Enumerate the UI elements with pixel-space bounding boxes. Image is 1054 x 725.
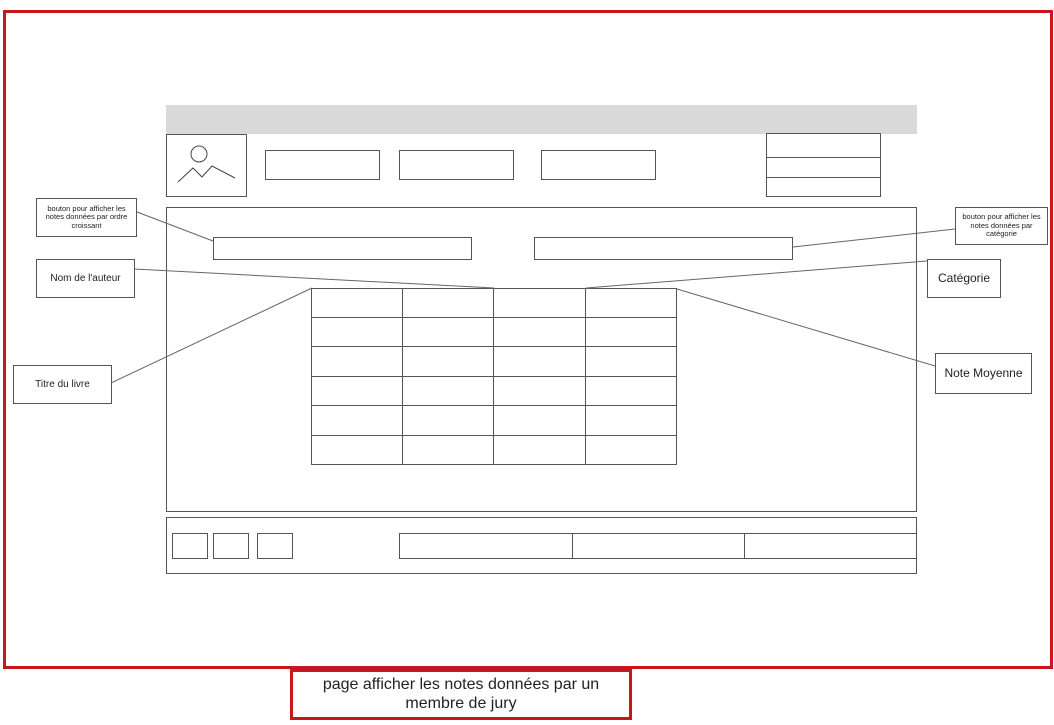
page-caption-text: page afficher les notes données par un m…	[322, 676, 600, 712]
header-bar	[166, 105, 917, 134]
menu-item-3[interactable]	[766, 177, 881, 197]
footer-button-3[interactable]	[257, 533, 293, 559]
footer-field-3[interactable]	[744, 533, 917, 559]
footer-button-1[interactable]	[172, 533, 208, 559]
logo-placeholder[interactable]	[166, 134, 247, 197]
annotation-category: Catégorie	[927, 259, 1001, 298]
annotation-by-category-text: bouton pour afficher les notes données p…	[962, 212, 1041, 239]
footer-field-2[interactable]	[572, 533, 745, 559]
annotation-category-text: Catégorie	[937, 270, 991, 285]
annotation-book-title-text: Titre du livre	[35, 378, 90, 390]
annotation-author-name: Nom de l'auteur	[36, 259, 135, 298]
sort-ascending-button[interactable]	[213, 237, 472, 260]
annotation-sort-ascending-text: bouton pour afficher les notes données p…	[45, 203, 128, 230]
sort-by-category-button[interactable]	[534, 237, 793, 260]
annotation-average-grade-text: Note Moyenne	[944, 365, 1023, 380]
page-caption: page afficher les notes données par un m…	[290, 669, 632, 720]
annotation-sort-ascending: bouton pour afficher les notes données p…	[36, 198, 137, 237]
nav-button-1[interactable]	[265, 150, 380, 180]
footer-button-2[interactable]	[213, 533, 249, 559]
annotation-average-grade: Note Moyenne	[935, 353, 1032, 394]
nav-button-3[interactable]	[541, 150, 656, 180]
menu-item-2[interactable]	[766, 157, 881, 178]
menu-item-1[interactable]	[766, 133, 881, 158]
footer-field-1[interactable]	[399, 533, 573, 559]
grades-table	[311, 288, 677, 465]
annotation-author-name-text: Nom de l'auteur	[50, 272, 121, 284]
annotation-by-category: bouton pour afficher les notes données p…	[955, 207, 1048, 245]
image-placeholder-icon	[177, 145, 236, 183]
annotation-book-title: Titre du livre	[13, 365, 112, 404]
nav-button-2[interactable]	[399, 150, 514, 180]
